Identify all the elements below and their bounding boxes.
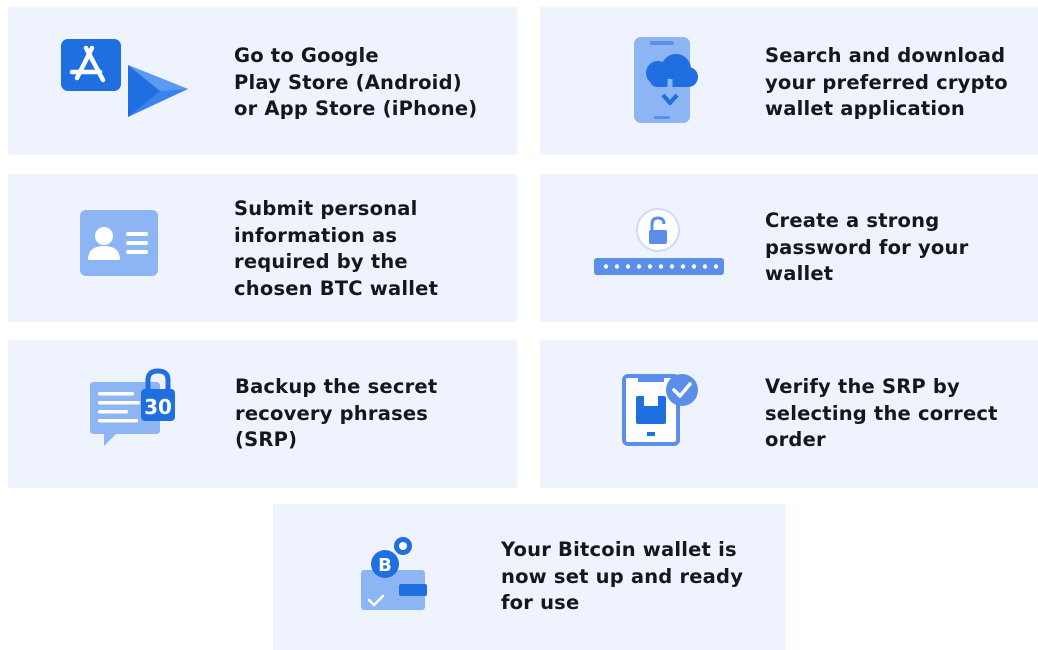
step-card-wallet-ready: B Your Bitcoin wallet is now set up and … [273,504,786,650]
step-text: Your Bitcoin wallet is now set up and re… [501,538,744,614]
step-card-personal-info: Submit personal information as required … [8,174,517,322]
step-text: Backup the secret recovery phrases (SRP) [235,375,438,451]
verify-check-icon [622,374,698,446]
app-store-google-play-icon [61,39,188,117]
id-card-icon [80,210,158,276]
seed-count-label: 30 [144,395,172,419]
bitcoin-symbol-label: B [378,555,392,576]
password-lock-icon [594,208,724,275]
step-text: Submit personal information as required … [234,197,439,300]
step-card-password: Create a strong password for your wallet [540,174,1038,322]
secret-phrase-chat-icon: 30 [90,368,175,446]
step-card-app-store: Go to Google Play Store (Android) or App… [8,7,517,155]
step-card-download-wallet: Search and download your preferred crypt… [540,7,1038,155]
step-card-verify-srp: Verify the SRP by selecting the correct … [540,340,1038,488]
phone-download-icon [634,37,698,123]
step-text: Create a strong password for your wallet [765,209,969,285]
step-card-backup-srp: 30 Backup the secret recovery phrases (S… [8,340,517,488]
step-text: Verify the SRP by selecting the correct … [765,375,998,451]
step-text: Go to Google Play Store (Android) or App… [234,44,478,120]
bitcoin-wallet-icon: B [361,537,427,610]
step-text: Search and download your preferred crypt… [765,44,1008,120]
